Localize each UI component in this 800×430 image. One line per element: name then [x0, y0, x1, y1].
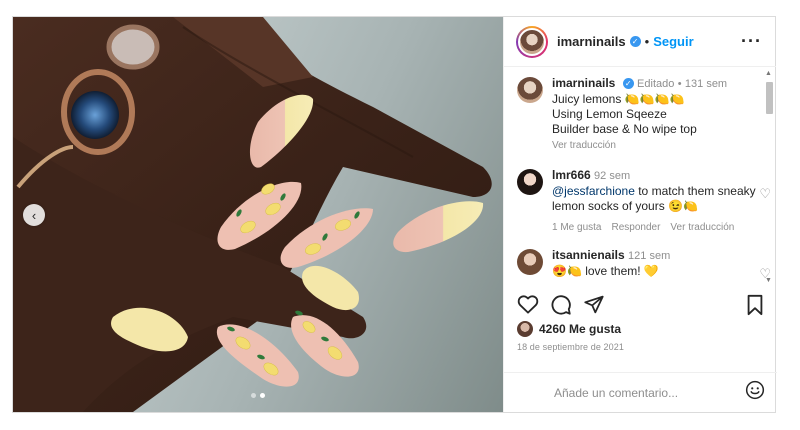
header-separator: •	[644, 34, 650, 49]
comment-username[interactable]: itsannienails	[552, 248, 625, 262]
share-icon[interactable]	[583, 294, 605, 320]
comment-mention[interactable]: @jessfarchione	[552, 184, 635, 198]
scroll-thumb[interactable]	[766, 82, 773, 114]
comments-scrollbar[interactable]: ▲ ▼	[764, 70, 774, 284]
post-date: 18 de septiembre de 2021	[517, 342, 624, 352]
carousel-dot-active	[260, 393, 265, 398]
caption-avatar[interactable]	[517, 77, 543, 103]
add-comment-bar	[504, 372, 777, 412]
post-sidebar: imarninails ✓ • Seguir ··· imarninails ✓…	[503, 17, 777, 412]
comment-username[interactable]: lmr666	[552, 168, 591, 182]
caption-translate-link[interactable]: Ver traducción	[552, 138, 727, 153]
author-avatar[interactable]	[516, 25, 548, 58]
instagram-post: ‹ imarninails ✓ • Seguir ··· imarninails…	[12, 16, 777, 413]
carousel-dots	[13, 393, 503, 398]
post-header: imarninails ✓ • Seguir ···	[504, 17, 776, 67]
caption-username[interactable]: imarninails	[552, 76, 615, 90]
caption-dot: •	[677, 78, 682, 90]
comment-age: 92 sem	[594, 170, 631, 182]
scroll-down-icon[interactable]: ▼	[765, 277, 772, 284]
author-username[interactable]: imarninails	[557, 34, 626, 49]
translate-link[interactable]: Ver traducción	[670, 220, 734, 235]
caption: imarninails ✓ Editado • 131 sem Juicy le…	[517, 76, 757, 153]
reply-button[interactable]: Responder	[611, 220, 660, 235]
comments-panel[interactable]: imarninails ✓ Editado • 131 sem Juicy le…	[504, 68, 777, 286]
comment-icon[interactable]	[550, 294, 572, 321]
verified-badge-icon: ✓	[629, 36, 641, 47]
follow-button[interactable]: Seguir	[653, 34, 693, 49]
likes-count[interactable]: 4260 Me gusta	[539, 322, 621, 336]
carousel-dot	[251, 393, 256, 398]
emoji-icon[interactable]	[745, 380, 765, 405]
more-options-icon[interactable]: ···	[741, 31, 762, 52]
liker-avatar	[517, 321, 533, 337]
comment-avatar[interactable]	[517, 249, 543, 275]
caption-line: Juicy lemons 🍋🍋🍋🍋	[552, 92, 685, 106]
heart-icon[interactable]	[517, 294, 539, 319]
caption-edited: Editado	[637, 78, 675, 90]
likes-row[interactable]: 4260 Me gusta	[517, 321, 621, 337]
comment-input[interactable]	[554, 385, 734, 400]
hand-nails-illustration	[13, 17, 492, 412]
verified-badge-icon: ✓	[622, 78, 634, 90]
chevron-left-icon[interactable]: ‹	[23, 204, 45, 226]
caption-line: Builder base & No wipe top	[552, 122, 697, 136]
post-image[interactable]: ‹	[13, 17, 503, 412]
caption-line: Using Lemon Sqeeze	[552, 107, 667, 121]
comment: lmr666 92 sem @jessfarchione to match th…	[517, 168, 771, 235]
post-actions	[517, 294, 767, 318]
scroll-up-icon[interactable]: ▲	[765, 70, 772, 77]
comment-age: 121 sem	[628, 250, 671, 262]
comment-likes[interactable]: 1 Me gusta	[552, 220, 601, 235]
comment-avatar[interactable]	[517, 169, 543, 195]
comment-text: 😍🍋 love them! 💛	[552, 264, 659, 278]
bookmark-icon[interactable]	[745, 294, 765, 321]
comment: itsannienails 121 sem 😍🍋 love them! 💛 ♡	[517, 248, 771, 281]
caption-age: 131 sem	[684, 78, 728, 90]
